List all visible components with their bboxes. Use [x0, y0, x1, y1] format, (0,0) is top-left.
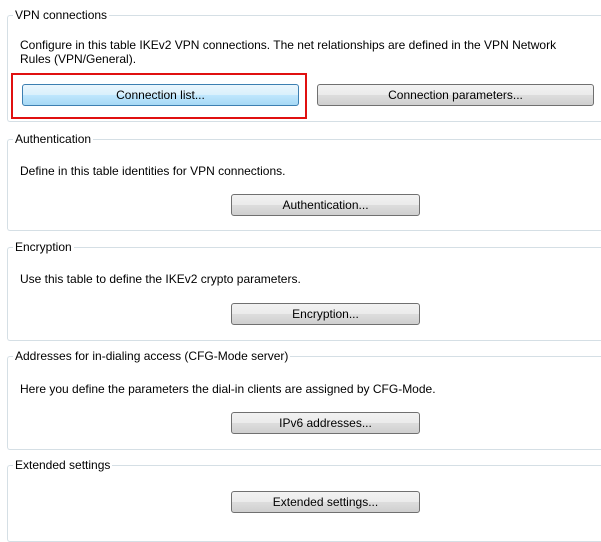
authentication-group: Authentication Define in this table iden… — [7, 132, 601, 231]
connection-parameters-button[interactable]: Connection parameters... — [317, 84, 594, 106]
encryption-legend: Encryption — [13, 240, 74, 254]
encryption-group: Encryption Use this table to define the … — [7, 240, 601, 341]
vpn-connections-legend: VPN connections — [13, 8, 110, 22]
extended-settings-legend: Extended settings — [13, 458, 113, 472]
authentication-legend: Authentication — [13, 132, 94, 146]
encryption-button[interactable]: Encryption... — [231, 303, 420, 325]
addresses-group: Addresses for in-dialing access (CFG-Mod… — [7, 349, 601, 450]
vpn-connections-description: Configure in this table IKEv2 VPN connec… — [20, 38, 557, 66]
addresses-legend: Addresses for in-dialing access (CFG-Mod… — [13, 349, 291, 363]
addresses-description: Here you define the parameters the dial-… — [20, 382, 436, 396]
connection-list-button[interactable]: Connection list... — [22, 84, 299, 106]
authentication-description: Define in this table identities for VPN … — [20, 164, 286, 178]
encryption-description: Use this table to define the IKEv2 crypt… — [20, 272, 301, 286]
extended-settings-button[interactable]: Extended settings... — [231, 491, 420, 513]
authentication-button[interactable]: Authentication... — [231, 194, 420, 216]
ipv6-addresses-button[interactable]: IPv6 addresses... — [231, 412, 420, 434]
